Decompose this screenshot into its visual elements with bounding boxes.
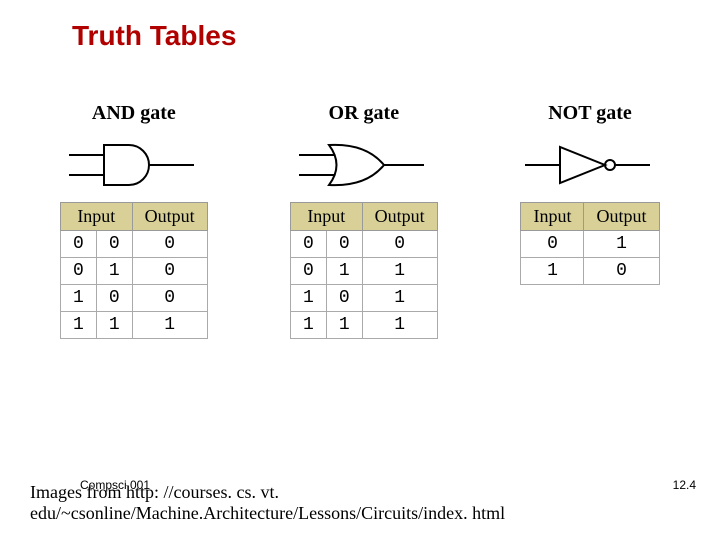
slide-title: Truth Tables (72, 20, 720, 52)
and-gate-label: AND gate (92, 102, 176, 125)
not-truth-table: Input Output 0 1 1 0 (520, 202, 659, 285)
table-row: 1 1 1 (291, 312, 438, 339)
header-input: Input (291, 203, 363, 231)
table-row: 0 1 1 (291, 258, 438, 285)
or-gate-block: OR gate Input Output 0 0 0 0 1 1 1 (290, 102, 438, 339)
table-row: 1 0 1 (291, 285, 438, 312)
table-row: 1 0 (521, 258, 659, 285)
and-gate-icon (64, 135, 204, 195)
table-row: Input Output (521, 203, 659, 231)
table-row: 0 1 (521, 231, 659, 258)
table-row: 0 1 0 (61, 258, 208, 285)
or-gate-label: OR gate (329, 102, 400, 125)
header-input: Input (61, 203, 133, 231)
not-gate-block: NOT gate Input Output 0 1 1 0 (520, 102, 660, 339)
header-output: Output (132, 203, 207, 231)
or-truth-table: Input Output 0 0 0 0 1 1 1 0 1 1 1 1 (290, 202, 438, 339)
gates-row: AND gate Input Output 0 0 0 0 1 0 1 (0, 52, 720, 339)
and-gate-block: AND gate Input Output 0 0 0 0 1 0 1 (60, 102, 208, 339)
table-row: 1 0 0 (61, 285, 208, 312)
and-truth-table: Input Output 0 0 0 0 1 0 1 0 0 1 1 1 (60, 202, 208, 339)
table-row: Input Output (61, 203, 208, 231)
header-input: Input (521, 203, 584, 231)
not-gate-label: NOT gate (548, 102, 632, 125)
table-row: 1 1 1 (61, 312, 208, 339)
header-output: Output (362, 203, 437, 231)
not-gate-icon (520, 135, 660, 195)
table-row: 0 0 0 (291, 231, 438, 258)
header-output: Output (584, 203, 659, 231)
image-credits: Images from http: //courses. cs. vt. edu… (30, 482, 690, 524)
or-gate-icon (294, 135, 434, 195)
table-row: 0 0 0 (61, 231, 208, 258)
table-row: Input Output (291, 203, 438, 231)
